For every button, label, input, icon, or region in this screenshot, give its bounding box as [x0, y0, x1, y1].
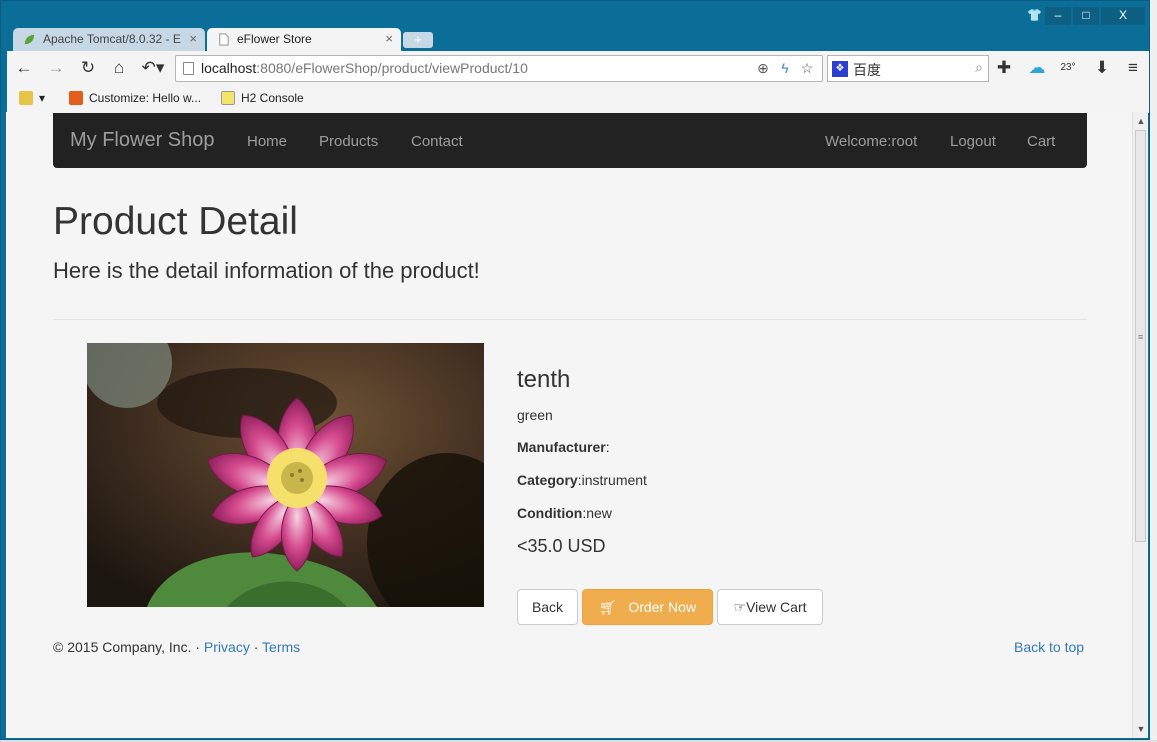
minimize-button[interactable]: – [1045, 7, 1071, 25]
product-price: <35.0 USD [517, 536, 606, 556]
tab-title: eFlower Store [237, 32, 312, 46]
product-description: green [517, 407, 553, 423]
zoom-icon[interactable]: ⊕ [754, 59, 772, 77]
terms-link[interactable]: Terms [262, 639, 300, 655]
close-window-button[interactable]: X [1101, 7, 1145, 25]
h2-icon [221, 91, 235, 105]
close-icon[interactable]: × [189, 28, 197, 50]
manufacturer-label: Manufacturer [517, 439, 606, 455]
url-text[interactable]: localhost:8080/eFlowerShop/product/viewP… [201, 60, 528, 76]
footer-copyright: © 2015 Company, Inc. · Privacy · Terms [53, 639, 300, 655]
home-icon[interactable]: ⌂ [108, 57, 130, 79]
download-icon[interactable]: ⬇ [1091, 57, 1113, 79]
grip-icon: ≡ [1137, 332, 1144, 342]
search-engine-label: 百度 [853, 62, 881, 78]
condition-label: Condition [517, 505, 583, 521]
condition-value: new [586, 505, 612, 521]
maximize-button[interactable]: □ [1073, 7, 1099, 25]
scroll-up-icon[interactable]: ▲ [1134, 114, 1148, 128]
forward-icon[interactable]: → [45, 57, 67, 79]
copyright-text: © 2015 Company, Inc. [53, 639, 192, 655]
site-navbar: My Flower Shop Home Products Contact Wel… [53, 113, 1087, 168]
shirt-icon[interactable]: 👕 [1027, 8, 1045, 24]
baidu-paw-icon: ❖ [832, 61, 848, 77]
lotus-flower-photo-icon [87, 343, 484, 607]
page-icon [183, 62, 194, 75]
tab-eflower-store[interactable]: eFlower Store × [207, 28, 401, 52]
scroll-down-icon[interactable]: ▼ [1134, 722, 1148, 736]
back-to-top-link[interactable]: Back to top [1014, 639, 1084, 655]
menu-icon[interactable]: ≡ [1122, 57, 1144, 79]
nav-home[interactable]: Home [247, 133, 287, 150]
tab-tomcat[interactable]: Apache Tomcat/8.0.32 - E × [13, 28, 205, 52]
hand-pointing-icon: ☞ [733, 599, 747, 615]
page-viewport: My Flower Shop Home Products Contact Wel… [6, 112, 1132, 738]
back-button[interactable]: Back [517, 589, 578, 625]
product-image [87, 343, 484, 607]
nav-welcome[interactable]: Welcome:root [825, 133, 917, 150]
manufacturer-field: Manufacturer: [517, 439, 610, 455]
extension-icon[interactable]: ✚ [993, 57, 1015, 79]
nav-logout[interactable]: Logout [950, 133, 996, 150]
new-tab-button[interactable]: + [403, 32, 433, 48]
close-icon[interactable]: × [385, 28, 393, 50]
search-icon[interactable]: ⌕ [975, 59, 983, 76]
reload-icon[interactable]: ↻ [77, 57, 99, 79]
page-subtitle: Here is the detail information of the pr… [53, 258, 480, 283]
divider [53, 319, 1087, 320]
nav-products[interactable]: Products [319, 133, 378, 150]
privacy-link[interactable]: Privacy [204, 639, 250, 655]
bookmarks-bar: ▾ Customize: Hello w... H2 Console [7, 86, 1149, 113]
page-icon [219, 33, 229, 46]
lightning-icon[interactable]: ϟ [776, 59, 794, 77]
browser-toolbar: ← → ↻ ⌂ ↶▾ localhost:8080/eFlowerShop/pr… [7, 51, 1149, 86]
footer-separator: · [253, 639, 259, 655]
brand-link[interactable]: My Flower Shop [70, 129, 215, 152]
star-icon[interactable]: ☆ [798, 59, 816, 77]
shopping-cart-icon: 🛒︎ [598, 599, 617, 615]
undo-icon[interactable]: ↶▾ [139, 57, 167, 79]
condition-field: Condition:new [517, 505, 612, 521]
address-bar[interactable]: localhost:8080/eFlowerShop/product/viewP… [175, 55, 823, 82]
tomcat-leaf-icon [24, 34, 35, 45]
bookmarks-folder-icon[interactable]: ▾ [19, 91, 45, 105]
tab-strip: Apache Tomcat/8.0.32 - E × eFlower Store… [1, 1, 1149, 52]
back-icon[interactable]: ← [13, 57, 35, 79]
desktop-edge [1150, 0, 1157, 742]
category-field: Category:instrument [517, 472, 647, 488]
category-label: Category [517, 472, 578, 488]
footer-separator: · [195, 639, 201, 655]
order-now-label: Order Now [628, 599, 697, 615]
bookmark-customize[interactable]: Customize: Hello w... [69, 91, 201, 105]
view-cart-label: View Cart [746, 599, 807, 615]
nav-cart[interactable]: Cart [1027, 133, 1055, 150]
product-name: tenth [517, 366, 571, 393]
xampp-icon [69, 91, 83, 105]
search-box[interactable]: ❖ 百度 ⌕ [827, 55, 989, 82]
back-button-label: Back [531, 599, 564, 615]
vertical-scrollbar[interactable]: ▲ ≡ ▼ [1132, 112, 1148, 738]
nav-contact[interactable]: Contact [411, 133, 463, 150]
window-controls: – □ X [1045, 7, 1145, 25]
order-now-button[interactable]: 🛒︎ Order Now [582, 589, 713, 625]
page-title: Product Detail [53, 200, 298, 243]
view-cart-button[interactable]: ☞View Cart [717, 589, 823, 625]
tab-title: Apache Tomcat/8.0.32 - E [43, 32, 181, 46]
temperature-icon[interactable]: 23° [1057, 57, 1079, 79]
bookmark-h2-console[interactable]: H2 Console [221, 91, 304, 105]
category-value: instrument [581, 472, 647, 488]
weather-icon[interactable]: ☁ [1026, 57, 1048, 79]
